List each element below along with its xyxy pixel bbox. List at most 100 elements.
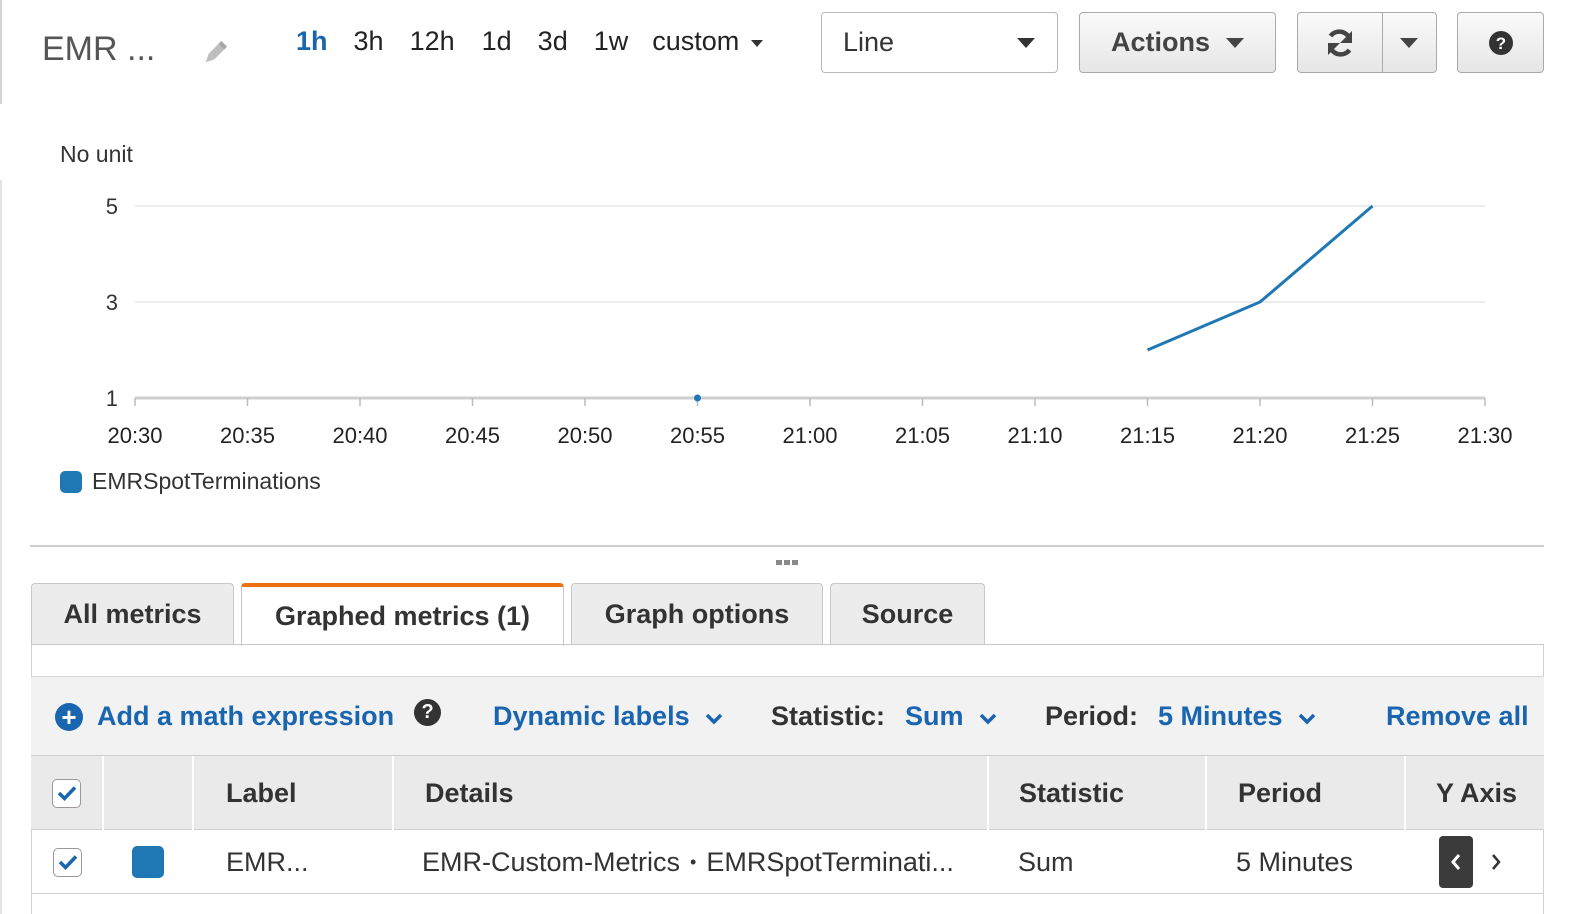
range-3d[interactable]: 3d <box>538 26 568 57</box>
row-color-cell <box>132 830 164 894</box>
range-1d[interactable]: 1d <box>482 26 512 57</box>
graph-type-value: Line <box>843 27 895 57</box>
y-tick-label: 3 <box>106 290 118 315</box>
column-header-y-axis[interactable]: Y Axis <box>1406 756 1544 830</box>
row-axis-controls <box>1439 830 1513 894</box>
range-3h[interactable]: 3h <box>354 26 384 57</box>
column-header-label[interactable]: Label <box>194 756 394 830</box>
x-tick-label: 21:20 <box>1232 423 1287 448</box>
refresh-icon <box>1327 28 1353 57</box>
checkmark-icon <box>57 786 76 801</box>
range-1h[interactable]: 1h <box>296 26 328 57</box>
caret-down-icon <box>751 39 764 47</box>
refresh-button[interactable] <box>1298 13 1383 72</box>
chevron-right-icon[interactable] <box>1479 836 1513 888</box>
left-edge-line <box>0 0 2 104</box>
data-point <box>694 394 701 402</box>
checkmark-icon <box>58 855 77 870</box>
row-period[interactable]: 5 Minutes <box>1236 830 1353 894</box>
legend-label: EMRSpotTerminations <box>92 468 321 494</box>
column-header-period[interactable]: Period <box>1207 756 1406 830</box>
statistic-selector: Statistic: Sum <box>771 701 998 732</box>
chevron-down-icon[interactable] <box>1297 712 1317 726</box>
refresh-button-group <box>1297 12 1437 73</box>
x-tick-label: 20:35 <box>220 423 275 448</box>
add-math-expression-link[interactable]: Add a math expression <box>97 701 394 732</box>
tab-source[interactable]: Source <box>830 583 985 645</box>
refresh-options-dropdown[interactable] <box>1383 13 1436 72</box>
period-dropdown[interactable]: 5 Minutes <box>1158 701 1283 732</box>
caret-down-icon <box>1400 37 1419 48</box>
help-button[interactable]: ? <box>1457 12 1544 73</box>
plus-circle-icon[interactable]: + <box>55 702 83 731</box>
chevron-left-icon[interactable] <box>1439 836 1473 888</box>
details-metric: EMRSpotTerminati... <box>706 846 954 877</box>
series-color-swatch[interactable] <box>132 846 164 878</box>
y-tick-label: 1 <box>106 386 118 411</box>
actions-label: Actions <box>1110 27 1210 57</box>
remove-all-label: Remove all <box>1386 701 1529 731</box>
metrics-toolbar: + Add a math expression ? Dynamic labels… <box>31 676 1544 756</box>
select-all-cell <box>31 756 104 830</box>
remove-all-link[interactable]: Remove all <box>1386 701 1529 732</box>
range-12h[interactable]: 12h <box>410 26 455 57</box>
metrics-tabs: All metrics Graphed metrics (1) Graph op… <box>0 583 1580 646</box>
x-tick-label: 21:05 <box>895 423 950 448</box>
statistic-label: Statistic: <box>771 701 886 731</box>
row-select-cell <box>31 830 104 894</box>
svg-text:?: ? <box>1495 34 1505 53</box>
series-line <box>1146 204 1374 352</box>
range-1w[interactable]: 1w <box>594 26 629 57</box>
tab-graph-options[interactable]: Graph options <box>571 583 823 645</box>
tab-all-metrics[interactable]: All metrics <box>31 583 234 645</box>
caret-down-icon <box>1017 37 1035 48</box>
chevron-down-icon <box>705 713 722 724</box>
range-custom[interactable]: custom <box>652 26 764 57</box>
x-tick-label: 20:45 <box>445 423 500 448</box>
color-column-header <box>104 756 194 830</box>
bullet-separator: • <box>690 851 697 872</box>
help-icon[interactable]: ? <box>414 699 442 726</box>
y-axis-unit-label: No unit <box>60 141 133 167</box>
x-tick-label: 21:30 <box>1457 423 1512 448</box>
metrics-table-header: Label Details Statistic Period Y Axis <box>31 756 1544 830</box>
period-selector: Period: 5 Minutes <box>1045 701 1317 732</box>
row-checkbox[interactable] <box>53 847 82 877</box>
select-all-checkbox[interactable] <box>52 778 81 808</box>
statistic-dropdown[interactable]: Sum <box>905 701 964 732</box>
tab-graphed-metrics[interactable]: Graphed metrics (1) <box>241 583 564 646</box>
caret-down-icon <box>1226 37 1244 48</box>
x-tick-label: 20:55 <box>670 423 725 448</box>
x-tick-label: 21:25 <box>1345 423 1400 448</box>
chevron-down-icon[interactable] <box>978 712 998 726</box>
row-statistic[interactable]: Sum <box>1018 830 1074 894</box>
resize-handle[interactable] <box>776 560 798 565</box>
chart-legend[interactable]: EMRSpotTerminations <box>60 468 321 495</box>
table-row: EMR... EMR-Custom-Metrics • EMRSpotTermi… <box>31 830 1544 894</box>
legend-swatch <box>60 470 82 493</box>
column-header-details[interactable]: Details <box>394 756 989 830</box>
graph-type-select[interactable]: Line <box>821 12 1058 73</box>
x-tick-label: 20:30 <box>107 423 162 448</box>
widget-title[interactable]: EMR ... <box>42 30 155 69</box>
y-tick-label: 5 <box>106 194 118 219</box>
details-namespace: EMR-Custom-Metrics <box>422 846 681 877</box>
period-label: Period: <box>1045 701 1139 731</box>
x-tick-label: 21:10 <box>1007 423 1062 448</box>
x-tick-label: 21:15 <box>1120 423 1175 448</box>
range-custom-label: custom <box>652 26 740 56</box>
dynamic-labels-dropdown[interactable]: Dynamic labels <box>493 701 724 732</box>
time-range-selector: 1h 3h 12h 1d 3d 1w custom <box>296 26 764 57</box>
column-header-statistic[interactable]: Statistic <box>989 756 1207 830</box>
actions-button[interactable]: Actions <box>1079 12 1276 73</box>
metric-line-chart: 1 3 5 20:30 20:35 20:40 20:45 20:50 20:55 21:00 21… <box>106 194 1513 448</box>
panel-divider <box>30 545 1544 547</box>
row-label[interactable]: EMR... <box>226 830 309 894</box>
dynamic-labels-label: Dynamic labels <box>493 701 690 731</box>
x-tick-label: 21:00 <box>782 423 837 448</box>
help-icon: ? <box>1488 30 1513 55</box>
x-tick-label: 20:50 <box>557 423 612 448</box>
pencil-icon[interactable] <box>200 38 230 73</box>
x-tick-label: 20:40 <box>332 423 387 448</box>
row-details: EMR-Custom-Metrics • EMRSpotTerminati... <box>422 830 954 894</box>
